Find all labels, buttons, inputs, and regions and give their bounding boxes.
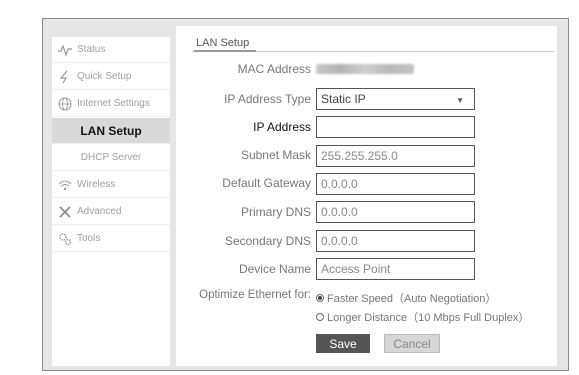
- sidebar-item-wireless[interactable]: Wireless: [52, 172, 170, 198]
- mac-address-label: MAC Address: [237, 62, 311, 76]
- subnet-mask-input[interactable]: 255.255.255.0: [316, 145, 475, 167]
- sidebar-item-label: Tools: [77, 233, 101, 244]
- default-gateway-value: 0.0.0.0: [321, 177, 358, 191]
- device-name-label: Device Name: [238, 262, 311, 276]
- ip-address-input[interactable]: [316, 116, 475, 138]
- primary-dns-label: Primary DNS: [240, 205, 311, 219]
- secondary-dns-value: 0.0.0.0: [321, 234, 358, 248]
- sidebar-item-label: DHCP Server: [80, 152, 142, 163]
- sidebar-item-tools[interactable]: Tools: [52, 226, 170, 252]
- pulse-icon: [58, 43, 72, 57]
- sidebar-item-label: LAN Setup: [80, 123, 142, 138]
- sidebar-item-quick-setup[interactable]: Quick Setup: [52, 64, 170, 90]
- sidebar-item-label: Quick Setup: [77, 71, 132, 82]
- ip-type-value: Static IP: [321, 92, 366, 106]
- wifi-icon: [58, 178, 72, 192]
- secondary-dns-input[interactable]: 0.0.0.0: [316, 230, 475, 252]
- ip-type-label: IP Address Type: [224, 92, 311, 106]
- tools-cross-icon: [58, 205, 72, 219]
- sidebar-item-advanced[interactable]: Advanced: [52, 199, 170, 225]
- option-longer-distance-label: Longer Distance（10 Mbps Full Duplex）: [327, 312, 530, 324]
- device-name-input[interactable]: Access Point: [316, 258, 475, 280]
- sidebar-item-internet-settings[interactable]: Internet Settings: [52, 91, 170, 117]
- device-name-placeholder: Access Point: [321, 262, 391, 276]
- cancel-button[interactable]: Cancel: [384, 334, 440, 353]
- sidebar-item-lan-setup[interactable]: LAN Setup: [52, 118, 170, 144]
- primary-dns-input[interactable]: 0.0.0.0: [316, 201, 475, 223]
- option-faster-speed[interactable]: Faster Speed（Auto Negotiation）: [316, 290, 496, 306]
- gears-icon: [58, 232, 72, 246]
- subnet-mask-label: Subnet Mask: [240, 148, 311, 162]
- chevron-down-icon: ▼: [456, 96, 464, 105]
- ip-type-select[interactable]: Static IP ▼: [316, 88, 475, 110]
- default-gateway-label: Default Gateway: [222, 176, 311, 190]
- radio-selected[interactable]: [316, 294, 324, 302]
- save-button[interactable]: Save: [316, 334, 370, 353]
- sidebar-item-label: Advanced: [77, 206, 122, 217]
- sidebar-item-label: Internet Settings: [77, 98, 150, 109]
- subnet-mask-value: 255.255.255.0: [321, 149, 398, 163]
- option-faster-speed-label: Faster Speed（Auto Negotiation）: [327, 293, 497, 305]
- mac-address-value-redacted: [316, 64, 414, 74]
- globe-icon: [58, 97, 72, 111]
- section-title-underline: [194, 50, 256, 52]
- sidebar-item-status[interactable]: Status: [52, 37, 170, 63]
- radio-unselected[interactable]: [316, 313, 324, 321]
- lightning-icon: [58, 70, 72, 84]
- option-longer-distance[interactable]: Longer Distance（10 Mbps Full Duplex）: [316, 309, 529, 325]
- default-gateway-input[interactable]: 0.0.0.0: [316, 173, 475, 195]
- ip-address-label: IP Address: [253, 120, 311, 134]
- sidebar-item-dhcp-server[interactable]: DHCP Server: [52, 145, 170, 171]
- sidebar: Status Quick Setup Internet Settings LAN…: [52, 37, 170, 366]
- sidebar-item-label: Wireless: [77, 179, 116, 190]
- optimize-ethernet-label: Optimize Ethernet for:: [199, 289, 311, 301]
- sidebar-item-label: Status: [77, 44, 106, 55]
- secondary-dns-label: Secondary DNS: [224, 234, 311, 248]
- primary-dns-value: 0.0.0.0: [321, 205, 358, 219]
- section-title: LAN Setup: [196, 37, 250, 49]
